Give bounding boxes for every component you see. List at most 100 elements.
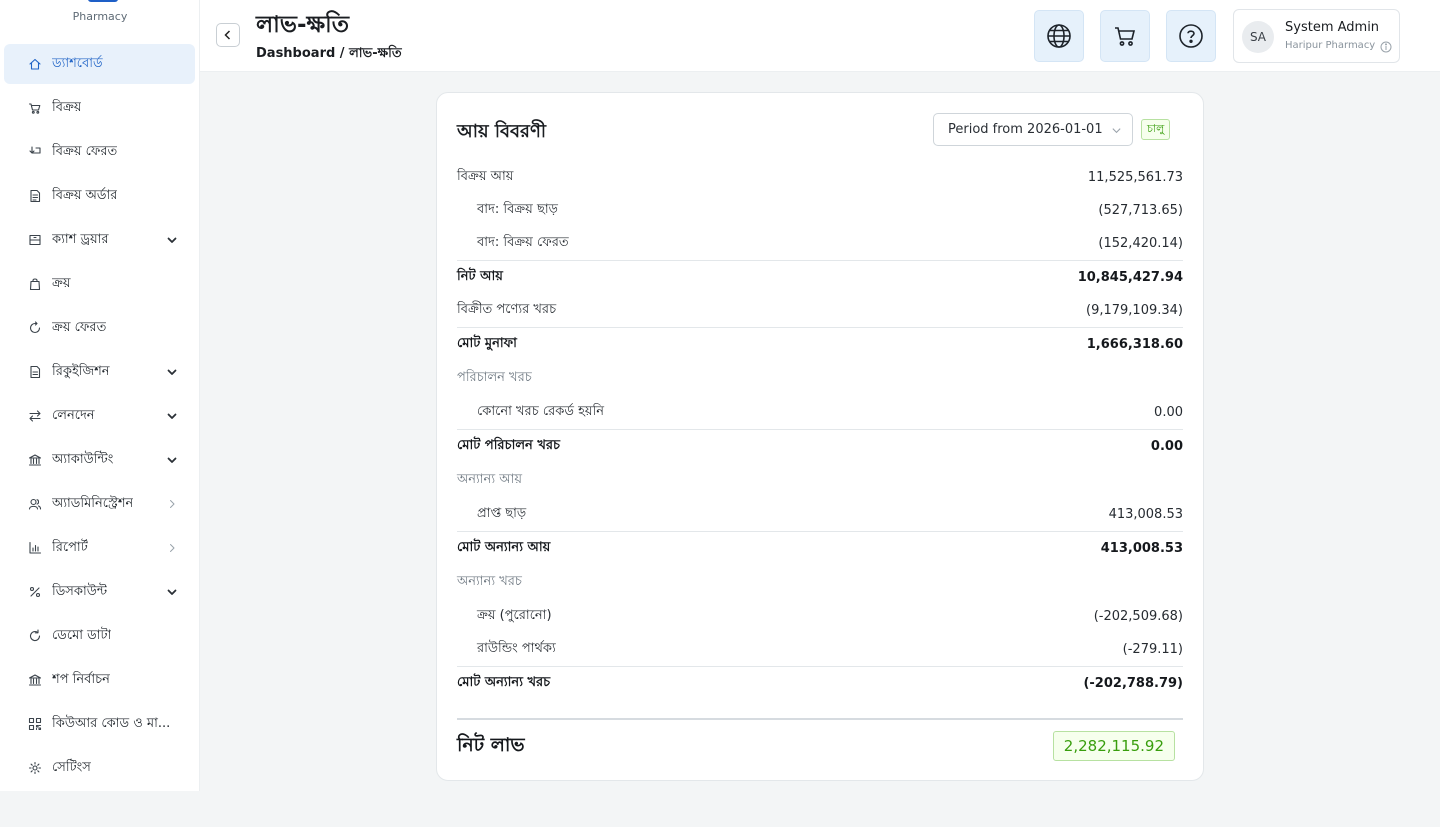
sidebar-item-label: ক্যাশ ড্রয়ার — [52, 231, 109, 247]
sidebar-item-label: রিপোর্ট — [52, 539, 88, 555]
period-select[interactable]: Period from 2026-01-01 — [933, 113, 1133, 146]
brand-subtitle: Pharmacy — [72, 10, 128, 23]
sidebar-item[interactable]: ক্যাশ ড্রয়ার — [4, 220, 195, 260]
row-label: বাদ: বিক্রয় ফেরত — [477, 235, 569, 250]
row-label: বিক্রয় আয় — [457, 169, 514, 184]
sidebar-item[interactable]: অ্যাকাউন্টিং — [4, 440, 195, 480]
statement-row: ক্রয় (পুরোনো) (-202,509.68) — [457, 600, 1183, 633]
chevron-down-icon — [1112, 128, 1121, 134]
chevron-left-icon — [224, 30, 231, 40]
statement-row: মোট পরিচালন খরচ 0.00 — [457, 429, 1183, 463]
net-profit-value: 2,282,115.92 — [1052, 731, 1175, 761]
row-label: মোট অন্যান্য খরচ — [457, 675, 551, 690]
user-name: System Admin — [1285, 20, 1380, 35]
sidebar-item[interactable]: ড্যাশবোর্ড — [4, 44, 195, 84]
sidebar-item-label: অ্যাডমিনিস্ট্রেশন — [52, 495, 134, 511]
sidebar-item[interactable]: শপ নির্বাচন — [4, 660, 195, 700]
chevron-right-icon[interactable] — [166, 498, 178, 510]
sidebar-item[interactable]: ডিসকাউন্ট — [4, 572, 195, 612]
row-label: কোনো খরচ রেকর্ড হয়নি — [477, 404, 605, 419]
chevron-down-icon[interactable] — [166, 366, 178, 378]
row-value: 11,525,561.73 — [1087, 170, 1183, 185]
chevron-down-icon[interactable] — [166, 586, 178, 598]
sidebar-item[interactable]: অ্যাডমিনিস্ট্রেশন — [4, 484, 195, 524]
drawer-icon — [28, 233, 42, 247]
row-label: বাদ: বিক্রয় ছাড় — [477, 202, 558, 217]
row-label: পরিচালন খরচ — [457, 370, 532, 385]
row-value: (-202,509.68) — [1093, 609, 1183, 624]
row-label: মোট অন্যান্য আয় — [457, 540, 551, 555]
chevron-down-icon[interactable] — [166, 454, 178, 466]
row-label: প্রাপ্ত ছাড় — [477, 506, 527, 521]
cart-button[interactable] — [1100, 10, 1150, 62]
bar-chart-icon — [28, 541, 42, 555]
swap-icon — [28, 409, 42, 423]
period-select-value: Period from 2026-01-01 — [948, 122, 1103, 137]
bank-icon — [28, 453, 42, 467]
sidebar-item-label: লেনদেন — [52, 407, 95, 423]
sidebar-item[interactable]: রিকুইজিশন — [4, 352, 195, 392]
brand-logo[interactable] — [88, 0, 118, 2]
sidebar-item-label: ক্রয় — [52, 275, 71, 291]
row-value: (152,420.14) — [1098, 236, 1183, 251]
row-label: অন্যান্য আয় — [457, 472, 523, 487]
back-button[interactable] — [216, 23, 240, 47]
percent-icon — [28, 585, 42, 599]
sidebar-item-label: কিউআর কোড ও মা... — [52, 715, 171, 731]
bag-icon — [28, 277, 42, 291]
sidebar-item[interactable]: সেটিংস — [4, 748, 195, 788]
row-value: (-202,788.79) — [1083, 676, 1183, 691]
row-value: 413,008.53 — [1108, 507, 1183, 522]
statement-row: পরিচালন খরচ — [457, 361, 1183, 396]
sidebar-item[interactable]: বিক্রয় — [4, 88, 195, 128]
row-value: 1,666,318.60 — [1086, 337, 1183, 352]
info-icon[interactable] — [1380, 41, 1392, 53]
row-value: 0.00 — [1150, 439, 1183, 454]
row-value: 0.00 — [1154, 405, 1183, 420]
divider — [457, 718, 1183, 720]
row-value: (-279.11) — [1122, 642, 1183, 657]
statement-row: বিক্রীত পণ্যের খরচ (9,179,109.34) — [457, 294, 1183, 327]
chevron-down-icon[interactable] — [166, 234, 178, 246]
sidebar-item-label: বিক্রয় অর্ডার — [52, 187, 118, 203]
users-icon — [28, 497, 42, 511]
user-menu[interactable]: SA System Admin Haripur Pharmacy — [1233, 9, 1400, 63]
cart-icon — [1115, 27, 1136, 46]
statement-row: বিক্রয় আয় 11,525,561.73 — [457, 161, 1183, 194]
sidebar-item[interactable]: ক্রয় ফেরত — [4, 308, 195, 348]
sidebar-item[interactable]: লেনদেন — [4, 396, 195, 436]
statement-row: রাউন্ডিং পার্থক্য (-279.11) — [457, 633, 1183, 666]
undo-icon — [28, 321, 42, 335]
avatar: SA — [1242, 21, 1274, 53]
file-icon — [28, 365, 42, 379]
row-label: ক্রয় (পুরোনো) — [477, 608, 552, 623]
sidebar-item[interactable]: ডেমো ডাটা — [4, 616, 195, 656]
sidebar-item-label: সেটিংস — [52, 759, 91, 775]
breadcrumb[interactable]: Dashboard / লাভ-ক্ষতি — [256, 44, 402, 65]
help-icon — [1179, 24, 1203, 48]
help-button[interactable] — [1166, 10, 1216, 62]
statement-row: অন্যান্য আয় — [457, 463, 1183, 498]
sidebar-item[interactable]: কিউআর কোড ও মা... — [4, 704, 195, 744]
row-value: (9,179,109.34) — [1086, 303, 1183, 318]
sidebar: Pharmacy ড্যাশবোর্ড বিক্রয় বিক্রয় ফেরত বি… — [0, 0, 200, 791]
globe-icon — [1047, 24, 1071, 48]
row-label: মোট মুনাফা — [457, 336, 517, 351]
sidebar-item-label: ডিসকাউন্ট — [52, 583, 108, 599]
sidebar-item[interactable]: রিপোর্ট — [4, 528, 195, 568]
sidebar-item[interactable]: ক্রয় — [4, 264, 195, 304]
sidebar-item[interactable]: বিক্রয় ফেরত — [4, 132, 195, 172]
income-statement-card: আয় বিবরণী Period from 2026-01-01 চালু ব… — [436, 92, 1204, 781]
language-button[interactable] — [1034, 10, 1084, 62]
sidebar-item[interactable]: বিক্রয় অর্ডার — [4, 176, 195, 216]
row-label: বিক্রীত পণ্যের খরচ — [457, 302, 557, 317]
statement-row: মোট মুনাফা 1,666,318.60 — [457, 327, 1183, 361]
sidebar-item-label: বিক্রয় — [52, 99, 82, 115]
return-icon — [28, 145, 42, 159]
reload-icon — [28, 629, 42, 643]
chevron-right-icon[interactable] — [166, 542, 178, 554]
chevron-down-icon[interactable] — [166, 410, 178, 422]
sidebar-item-label: ড্যাশবোর্ড — [52, 55, 103, 71]
statement-row: মোট অন্যান্য আয় 413,008.53 — [457, 531, 1183, 565]
qrcode-icon — [28, 717, 42, 731]
